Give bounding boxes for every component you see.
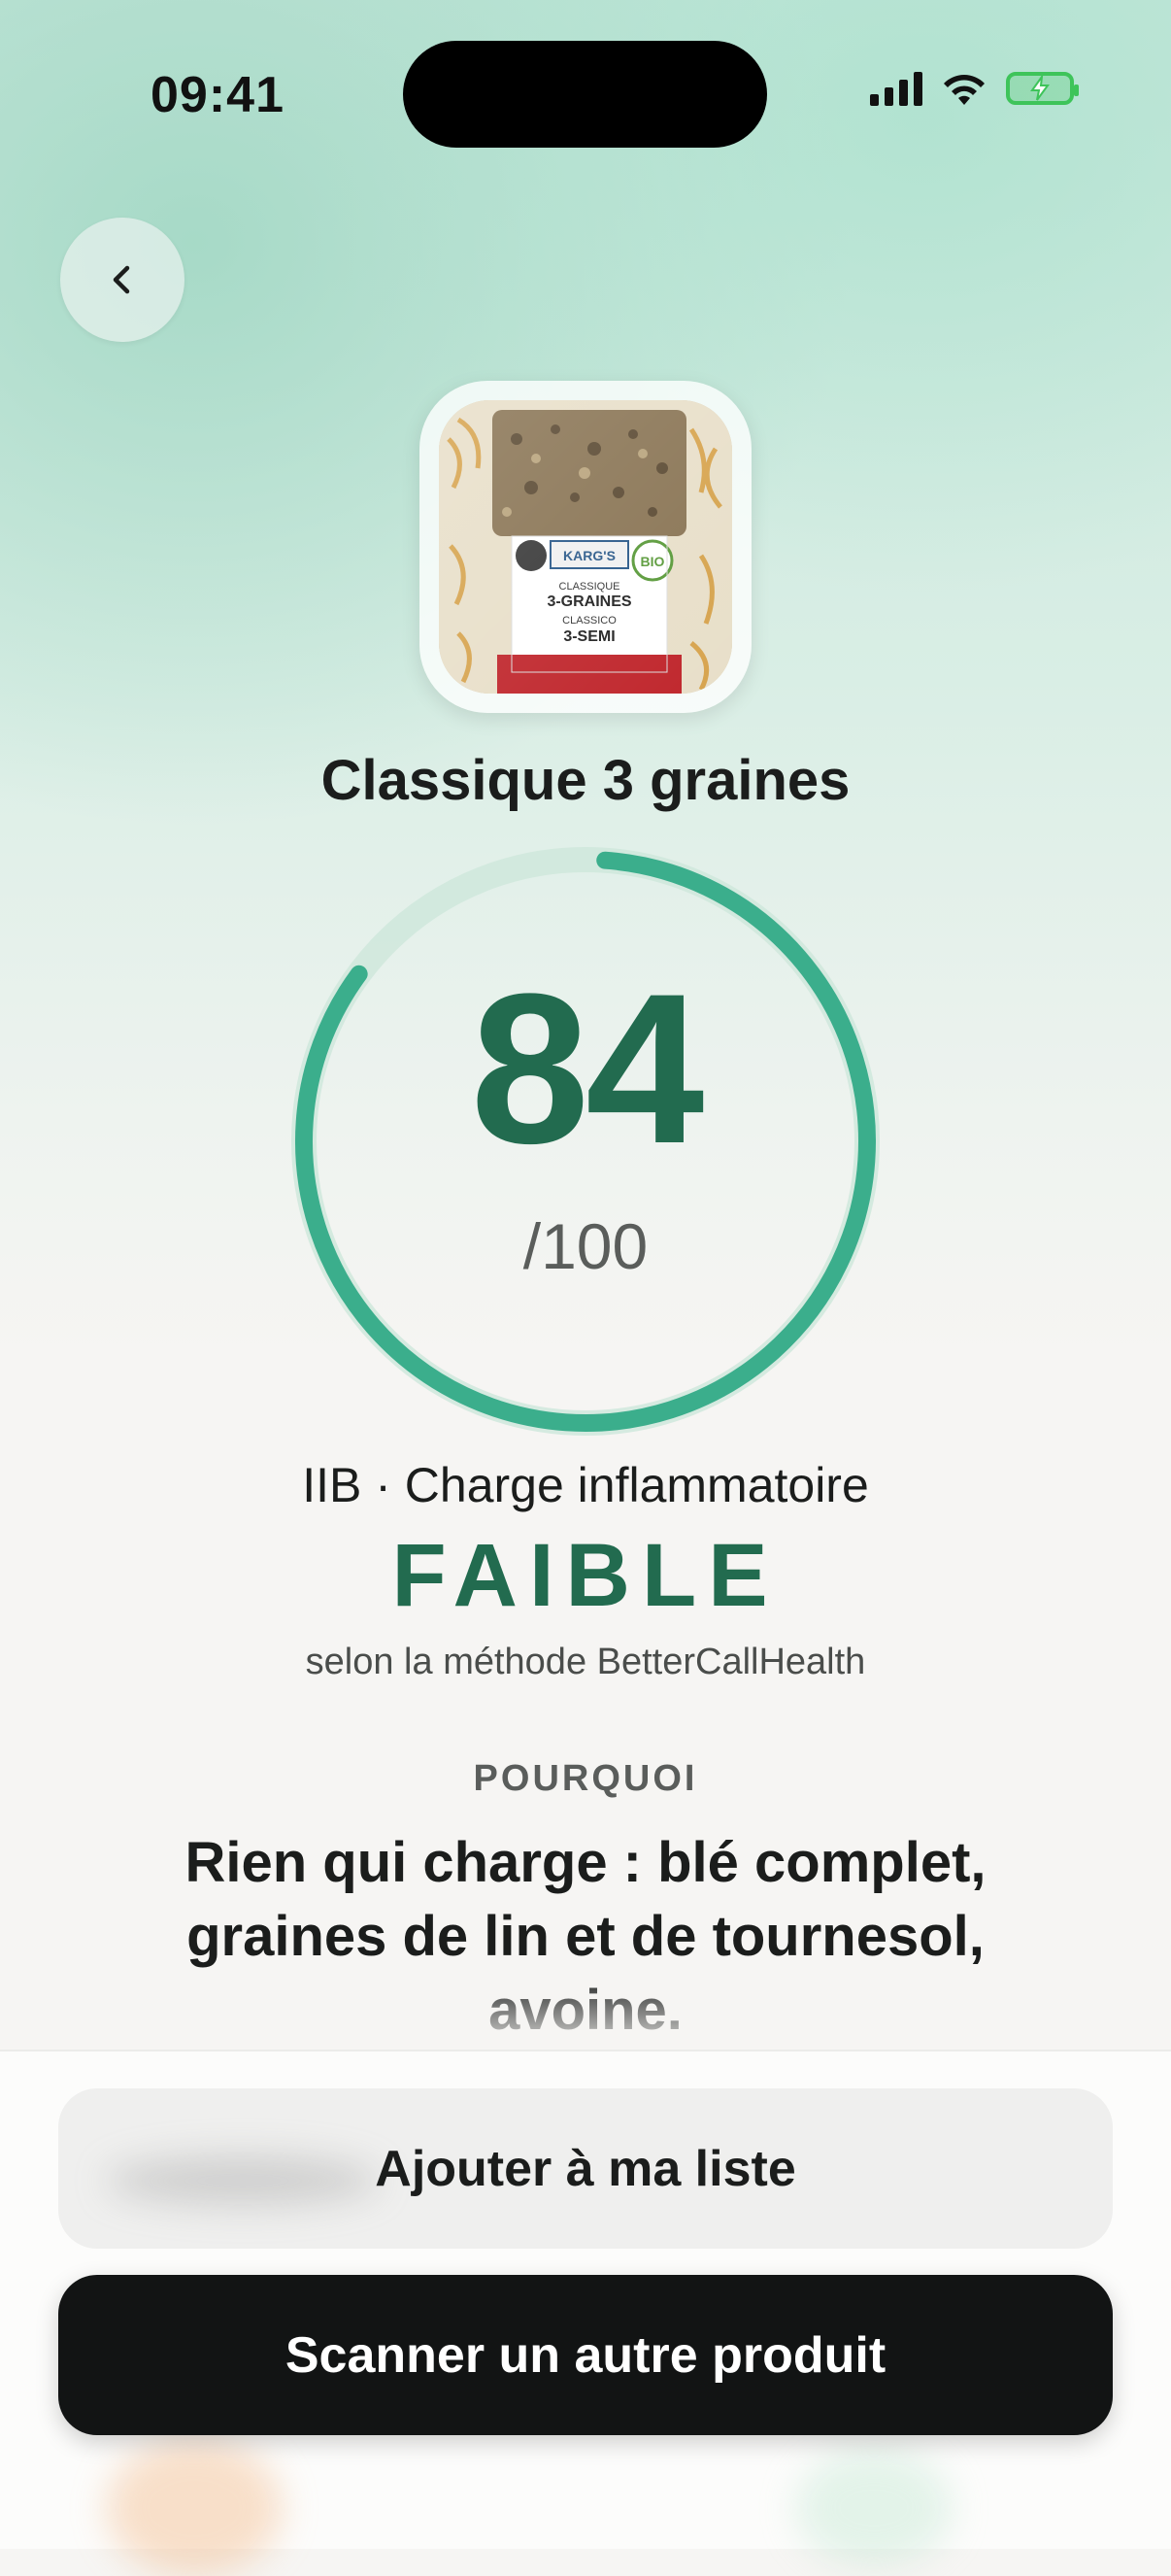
back-button[interactable] [60,218,184,342]
rating-label: IIB · Charge inflammatoire [302,1458,869,1512]
chevron-left-icon [113,265,130,294]
why-label: POURQUOI [473,1758,698,1799]
dynamic-island [403,41,767,148]
text-fade-overlay [0,1972,1171,2050]
blurred-background-blob [107,2440,282,2576]
product-image: KARG'S CLASSIQUE 3-GRAINES CLASSICO 3-SE… [439,400,732,694]
status-time: 09:41 [151,67,284,123]
product-image-frame: KARG'S CLASSIQUE 3-GRAINES CLASSICO 3-SE… [419,381,752,713]
product-name: Classique 3 graines [320,749,851,812]
rating-method: selon la méthode BetterCallHealth [305,1642,866,1682]
add-to-list-button[interactable]: Ajouter à ma liste [58,2088,1113,2249]
add-to-list-label: Ajouter à ma liste [375,2140,796,2197]
scan-another-button[interactable]: Scanner un autre produit [58,2275,1113,2435]
scan-another-label: Scanner un autre produit [284,2326,887,2384]
status-icons [870,70,1079,107]
score-value: 84 [470,949,705,1188]
blurred-background-blob [796,2450,952,2566]
blurred-background-blob [107,2156,379,2205]
wifi-icon [944,75,985,105]
score-max: /100 [522,1210,649,1282]
cellular-signal-icon [870,71,922,106]
battery-icon [1006,72,1079,105]
rating-level: FAIBLE [391,1526,780,1625]
